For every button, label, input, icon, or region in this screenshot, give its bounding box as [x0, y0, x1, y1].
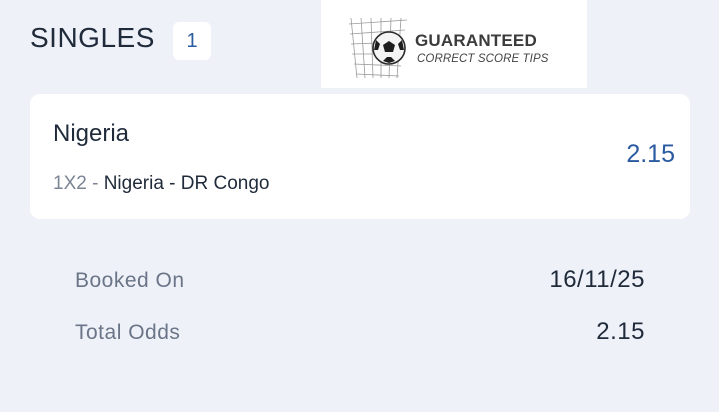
logo-subtitle: CORRECT SCORE TIPS: [417, 53, 549, 65]
total-odds-row: Total Odds 2.15: [75, 318, 645, 346]
market-type: 1X2: [53, 173, 87, 194]
soccer-ball-net-icon: [349, 17, 408, 79]
guaranteed-tips-logo: GUARANTEED CORRECT SCORE TIPS: [321, 0, 587, 88]
total-odds-label: Total Odds: [75, 321, 181, 344]
selections-count-badge: 1: [173, 22, 211, 60]
singles-title: SINGLES: [30, 22, 155, 53]
booked-on-row: Booked On 16/11/25: [75, 266, 645, 294]
selection-name: Nigeria: [53, 120, 130, 147]
selection-odds: 2.15: [626, 140, 675, 168]
market-line: 1X2 - Nigeria - DR Congo: [53, 173, 270, 195]
booked-on-value: 16/11/25: [549, 266, 645, 293]
total-odds-value: 2.15: [596, 318, 645, 345]
logo-title: GUARANTEED: [415, 31, 537, 50]
bet-selection-card[interactable]: Nigeria 1X2 - Nigeria - DR Congo 2.15: [30, 94, 690, 219]
match-name: Nigeria - DR Congo: [103, 173, 270, 194]
booked-on-label: Booked On: [75, 269, 185, 292]
market-separator: -: [86, 173, 104, 194]
